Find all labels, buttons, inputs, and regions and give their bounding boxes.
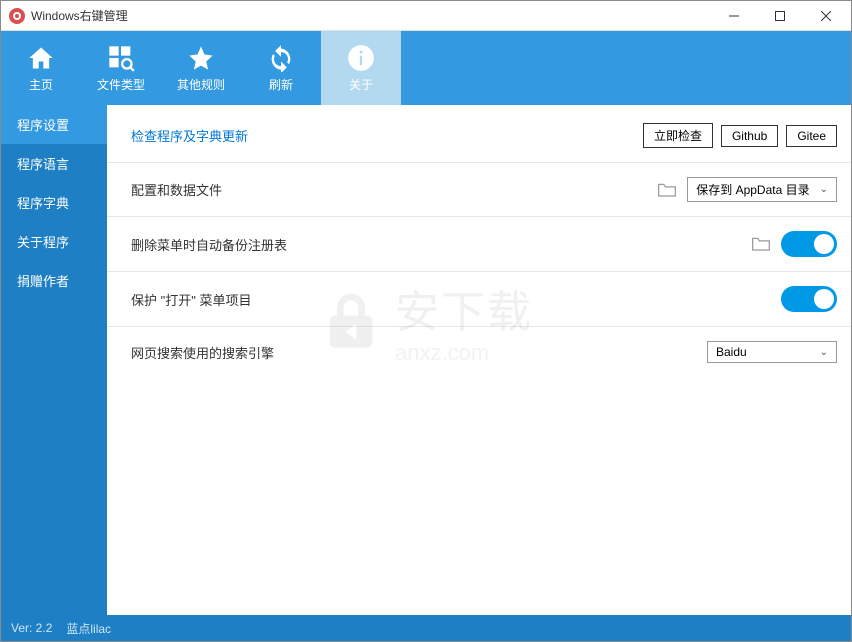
config-path-select[interactable]: 保存到 AppData 目录 ⌄ xyxy=(687,177,837,202)
search-engine-select[interactable]: Baidu ⌄ xyxy=(707,341,837,363)
sidebar-item-label: 程序语言 xyxy=(17,157,69,172)
github-button[interactable]: Github xyxy=(721,125,778,147)
toolbar-refresh-label: 刷新 xyxy=(269,76,293,93)
sidebar: 程序设置 程序语言 程序字典 关于程序 捐赠作者 xyxy=(1,105,107,615)
toolbar-about[interactable]: 关于 xyxy=(321,31,401,105)
sidebar-item-dictionary[interactable]: 程序字典 xyxy=(1,183,107,222)
toolbar-other-label: 其他规则 xyxy=(177,76,225,93)
backup-registry-row: 删除菜单时自动备份注册表 xyxy=(107,216,851,271)
select-value: Baidu xyxy=(716,345,747,359)
config-path-label: 配置和数据文件 xyxy=(131,180,657,199)
folder-icon[interactable] xyxy=(751,235,771,253)
toolbar-refresh[interactable]: 刷新 xyxy=(241,31,321,105)
author-label: 蓝点lilac xyxy=(66,620,111,637)
sidebar-item-settings[interactable]: 程序设置 xyxy=(1,105,107,144)
toolbar: 主页 文件类型 其他规则 刷新 关于 xyxy=(1,31,851,105)
sidebar-item-label: 程序设置 xyxy=(17,118,69,133)
toolbar-filetype-label: 文件类型 xyxy=(97,76,145,93)
search-engine-label: 网页搜索使用的搜索引擎 xyxy=(131,343,707,362)
content-panel: 检查程序及字典更新 立即检查 Github Gitee 配置和数据文件 保存到 … xyxy=(107,105,851,615)
toolbar-about-label: 关于 xyxy=(349,76,373,93)
star-icon xyxy=(187,44,215,72)
main-area: 程序设置 程序语言 程序字典 关于程序 捐赠作者 检查程序及字典更新 立即检查 … xyxy=(1,105,851,615)
statusbar: Ver: 2.2 蓝点lilac xyxy=(1,615,851,641)
sidebar-item-label: 关于程序 xyxy=(17,235,69,250)
maximize-button[interactable] xyxy=(757,1,803,31)
chevron-down-icon: ⌄ xyxy=(820,347,828,358)
minimize-button[interactable] xyxy=(711,1,757,31)
protect-open-toggle[interactable] xyxy=(781,286,837,312)
sidebar-item-label: 程序字典 xyxy=(17,196,69,211)
check-now-button[interactable]: 立即检查 xyxy=(643,123,713,148)
window-title: Windows右键管理 xyxy=(31,7,711,24)
gitee-button[interactable]: Gitee xyxy=(786,125,837,147)
toolbar-home[interactable]: 主页 xyxy=(1,31,81,105)
sidebar-item-donate[interactable]: 捐赠作者 xyxy=(1,261,107,300)
grid-search-icon xyxy=(107,44,135,72)
backup-registry-label: 删除菜单时自动备份注册表 xyxy=(131,235,751,254)
home-icon xyxy=(27,44,55,72)
protect-open-row: 保护 "打开" 菜单项目 xyxy=(107,271,851,326)
toolbar-home-label: 主页 xyxy=(29,76,53,93)
check-update-link[interactable]: 检查程序及字典更新 xyxy=(131,126,635,145)
select-value: 保存到 AppData 目录 xyxy=(696,181,809,198)
toolbar-other-rules[interactable]: 其他规则 xyxy=(161,31,241,105)
version-label: Ver: 2.2 xyxy=(11,621,52,635)
backup-registry-toggle[interactable] xyxy=(781,231,837,257)
chevron-down-icon: ⌄ xyxy=(820,184,828,195)
info-icon xyxy=(347,44,375,72)
config-path-row: 配置和数据文件 保存到 AppData 目录 ⌄ xyxy=(107,162,851,216)
titlebar: Windows右键管理 xyxy=(1,1,851,31)
update-row: 检查程序及字典更新 立即检查 Github Gitee xyxy=(107,105,851,162)
app-icon xyxy=(9,8,25,24)
search-engine-row: 网页搜索使用的搜索引擎 Baidu ⌄ xyxy=(107,326,851,377)
refresh-icon xyxy=(267,44,295,72)
toolbar-filetype[interactable]: 文件类型 xyxy=(81,31,161,105)
sidebar-item-language[interactable]: 程序语言 xyxy=(1,144,107,183)
protect-open-label: 保护 "打开" 菜单项目 xyxy=(131,290,781,309)
folder-icon[interactable] xyxy=(657,181,677,199)
sidebar-item-label: 捐赠作者 xyxy=(17,274,69,289)
close-button[interactable] xyxy=(803,1,849,31)
sidebar-item-about[interactable]: 关于程序 xyxy=(1,222,107,261)
